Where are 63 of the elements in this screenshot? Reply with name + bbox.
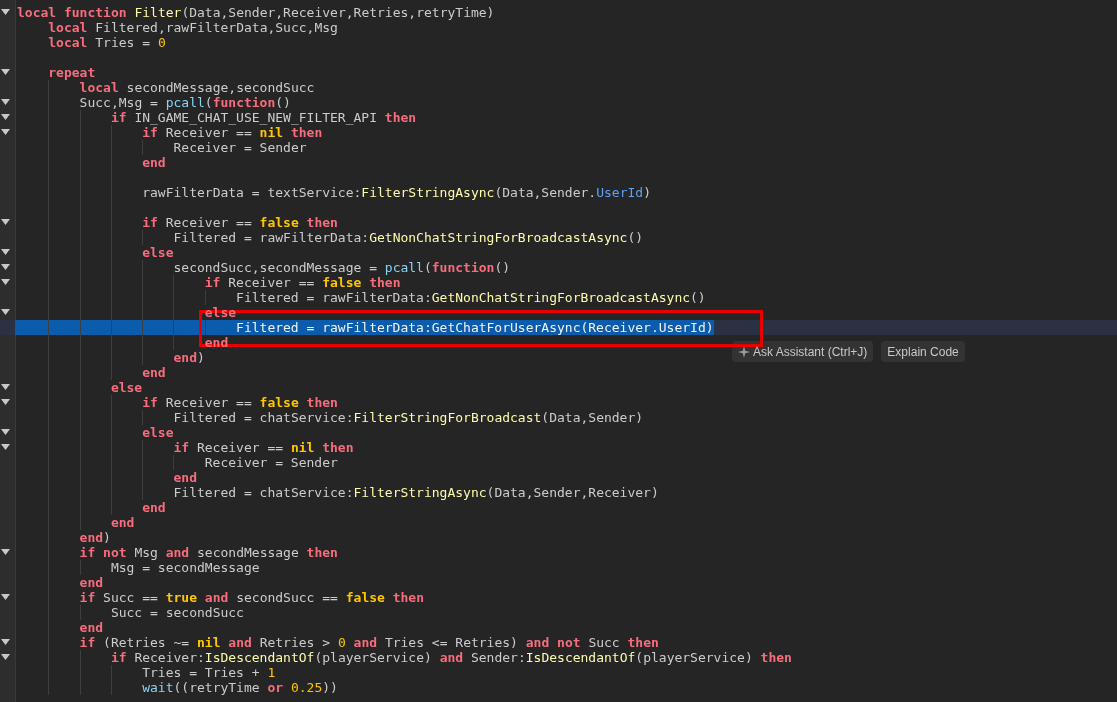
- code-line: end): [173, 350, 205, 365]
- code-line: if Receiver == nil then: [142, 125, 323, 140]
- code-line: if Succ == true and secondSucc == false then: [79, 590, 424, 605]
- code-line: end: [142, 155, 166, 170]
- fold-down-arrow-icon[interactable]: [1, 129, 10, 136]
- code-editor[interactable]: [0, 0, 1117, 702]
- code-line: Receiver = Sender: [204, 455, 338, 470]
- code-line: end: [173, 470, 197, 485]
- code-line: if Receiver == nil then: [173, 440, 354, 455]
- fold-down-arrow-icon[interactable]: [1, 384, 10, 391]
- fold-down-arrow-icon[interactable]: [1, 399, 10, 406]
- fold-down-arrow-icon[interactable]: [1, 114, 10, 121]
- code-line: Filtered = chatService:FilterStringForBroadcast(Data,Sender): [173, 410, 644, 425]
- code-action-button[interactable]: Ask Assistant (Ctrl+J): [732, 341, 874, 362]
- code-line: end: [142, 365, 166, 380]
- code-line: Filtered = rawFilterData:GetNonChatStringForBroadcastAsync(): [173, 230, 644, 245]
- fold-down-arrow-icon[interactable]: [1, 99, 10, 106]
- code-line: end: [79, 575, 104, 590]
- fold-down-arrow-icon[interactable]: [1, 219, 10, 226]
- code-line: Filtered = rawFilterData:GetNonChatStringForBroadcastAsync(): [236, 290, 706, 305]
- code-line: repeat: [48, 65, 96, 80]
- code-line: Filtered = chatService:FilterStringAsync(Data,Sender,Receiver): [173, 485, 659, 500]
- fold-down-arrow-icon[interactable]: [1, 309, 10, 316]
- fold-down-arrow-icon[interactable]: [1, 444, 10, 451]
- code-line: if (Retries ~= nil and Retries > 0 and Tries <= Retries) and not Succ then: [79, 635, 659, 650]
- code-line: else: [110, 380, 143, 395]
- code-line: secondSucc,secondMessage = pcall(function(): [173, 260, 511, 275]
- code-line: if IN_GAME_CHAT_USE_NEW_FILTER_API then: [110, 110, 417, 125]
- code-line: Tries = Tries + 1: [142, 665, 276, 680]
- code-line: Filtered = rawFilterData:GetChatForUserAsync(Receiver.UserId): [236, 320, 714, 335]
- code-line: if Receiver == false then: [142, 395, 338, 410]
- fold-down-arrow-icon[interactable]: [1, 279, 10, 286]
- code-line: else: [142, 425, 174, 440]
- code-line: Receiver = Sender: [173, 140, 307, 155]
- sparkle-icon: [738, 345, 750, 358]
- code-line: end): [79, 530, 111, 545]
- code-line: local Filtered,rawFilterData,Succ,Msg: [48, 20, 338, 35]
- code-line: local function Filter(Data,Sender,Receiver,Retries,retryTime): [17, 5, 495, 20]
- code-line: else: [142, 245, 174, 260]
- fold-down-arrow-icon[interactable]: [1, 639, 10, 646]
- code-line: if Receiver == false then: [204, 275, 401, 290]
- code-line: end: [79, 620, 104, 635]
- fold-down-arrow-icon[interactable]: [1, 249, 10, 256]
- fold-down-arrow-icon[interactable]: [1, 69, 10, 76]
- code-line: if Receiver:IsDescendantOf(playerService) and Sender:IsDescendantOf(playerService) then: [110, 650, 792, 665]
- fold-down-arrow-icon[interactable]: [1, 549, 10, 556]
- code-line: wait((retryTime or 0.25)): [142, 680, 338, 695]
- fold-down-arrow-icon[interactable]: [1, 594, 10, 601]
- fold-down-arrow-icon[interactable]: [1, 429, 10, 436]
- code-line: Succ = secondSucc: [110, 605, 244, 620]
- code-line: if Receiver == false then: [142, 215, 338, 230]
- code-action-button[interactable]: Explain Code: [881, 341, 965, 362]
- code-line: local secondMessage,secondSucc: [79, 80, 315, 95]
- code-line: end: [110, 515, 135, 530]
- code-line: rawFilterData = textService:FilterStringAsync(Data,Sender.UserId): [142, 185, 651, 200]
- fold-down-arrow-icon[interactable]: [1, 264, 10, 271]
- fold-down-arrow-icon[interactable]: [1, 9, 10, 16]
- code-line: Succ,Msg = pcall(function(): [79, 95, 291, 110]
- code-line: Msg = secondMessage: [110, 560, 260, 575]
- code-line: if not Msg and secondMessage then: [79, 545, 338, 560]
- fold-down-arrow-icon[interactable]: [1, 654, 10, 661]
- code-line: end: [142, 500, 166, 515]
- code-line: local Tries = 0: [48, 35, 166, 50]
